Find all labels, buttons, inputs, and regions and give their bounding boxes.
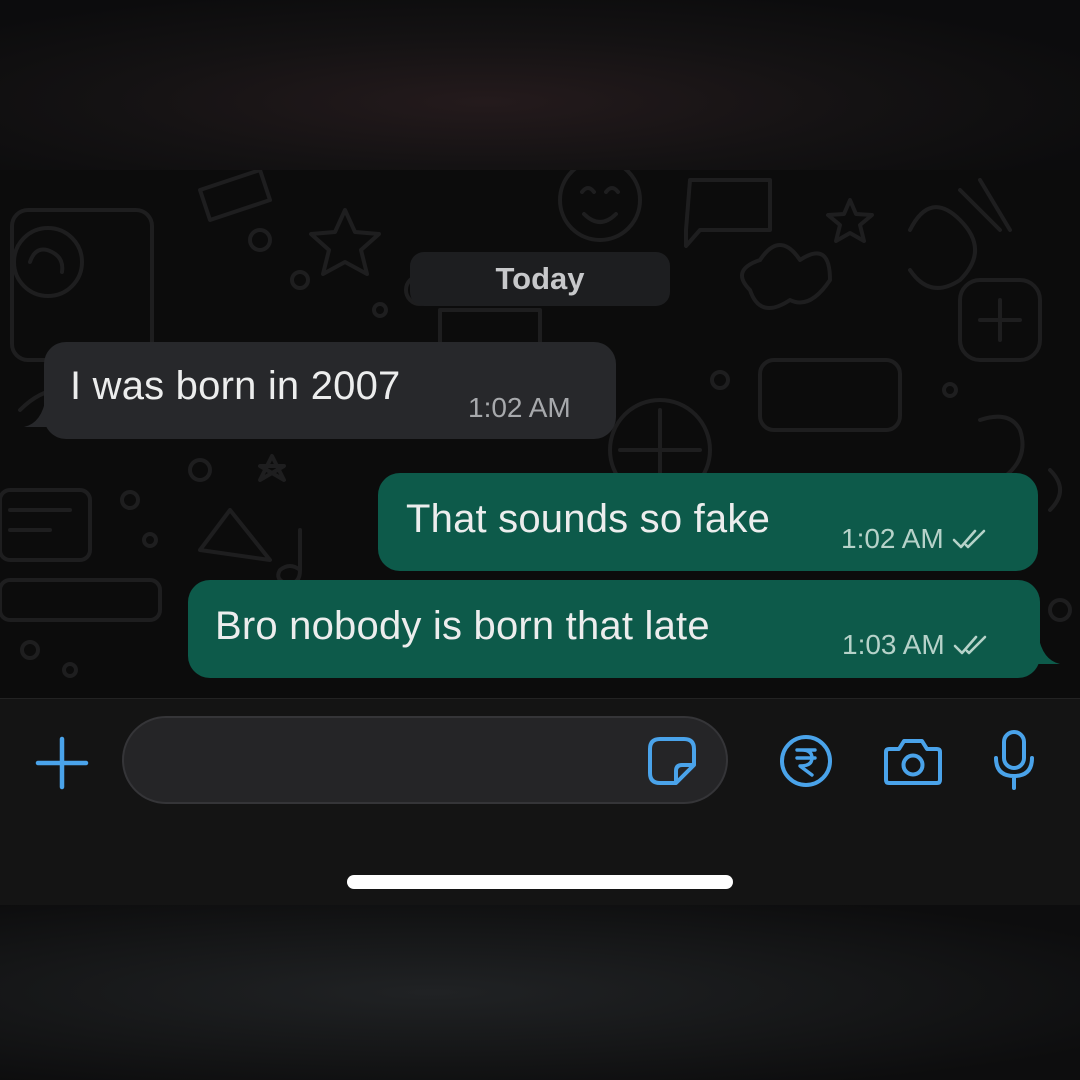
bubble-tail [24, 397, 54, 427]
message-timestamp: 1:02 AM [468, 392, 571, 424]
rupee-payment-icon[interactable] [778, 733, 834, 789]
sticker-icon[interactable] [646, 735, 698, 787]
camera-icon[interactable] [883, 735, 943, 787]
message-time-label: 1:02 AM [468, 392, 571, 423]
message-time-label: 1:03 AM [842, 629, 945, 660]
message-timestamp: 1:02 AM [841, 523, 990, 555]
message-timestamp: 1:03 AM [842, 629, 991, 661]
read-double-check-icon [953, 635, 987, 655]
message-text: Bro nobody is born that late [215, 604, 710, 648]
message-text: That sounds so fake [406, 497, 771, 541]
plus-icon[interactable] [34, 735, 90, 791]
message-input[interactable] [122, 716, 728, 804]
read-double-check-icon [952, 529, 986, 549]
date-separator: Today [410, 252, 670, 306]
bubble-tail [1030, 634, 1060, 664]
microphone-icon[interactable] [990, 728, 1038, 792]
message-text: I was born in 2007 [70, 364, 401, 408]
message-bubble-outgoing[interactable]: Bro nobody is born that late 1:03 AM [188, 580, 1060, 678]
blurred-top-area [0, 0, 1080, 170]
message-bubble-incoming[interactable]: I was born in 2007 1:02 AM [24, 342, 616, 439]
blurred-bottom-area [0, 905, 1080, 1080]
chat-screen: Sarcasm Today I was born in 2007 1:02 AM… [0, 0, 1080, 1080]
message-bubble-outgoing[interactable]: That sounds so fake 1:02 AM [378, 473, 1038, 571]
home-indicator[interactable] [347, 875, 733, 889]
message-time-label: 1:02 AM [841, 523, 944, 554]
